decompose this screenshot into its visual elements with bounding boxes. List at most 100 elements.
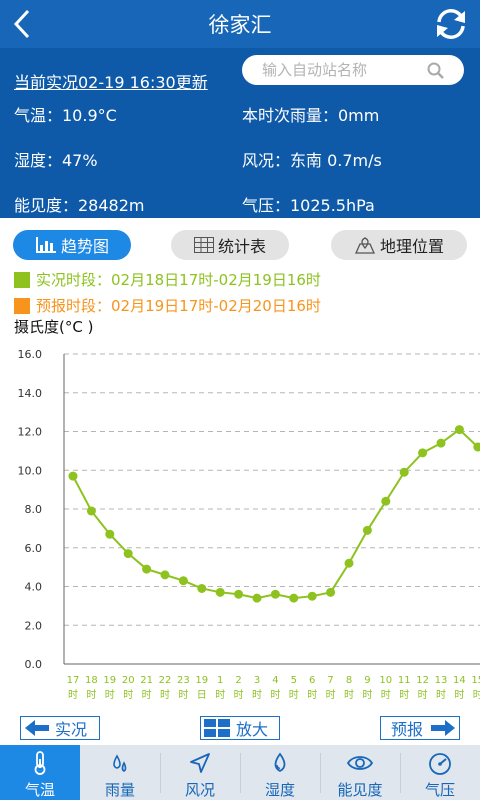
- data-point: [215, 587, 225, 597]
- x-tick-label: 时: [418, 689, 428, 701]
- search-icon[interactable]: [426, 61, 446, 81]
- y-tick-label: 6.0: [25, 542, 43, 555]
- next-label: 预报: [390, 720, 423, 739]
- prev-observed-button[interactable]: 实况: [20, 716, 100, 740]
- x-tick-label: 时: [68, 689, 78, 701]
- x-tick-label: 1: [217, 675, 223, 686]
- y-tick-label: 8.0: [25, 503, 43, 516]
- water-drop-icon: [274, 752, 286, 773]
- tab-separator: [320, 753, 321, 793]
- data-point: [362, 525, 372, 535]
- y-tick-label: 14.0: [18, 387, 43, 400]
- data-point: [307, 591, 317, 601]
- x-tick-label: 21: [140, 675, 153, 686]
- x-tick-label: 6: [309, 675, 315, 686]
- tab-trend[interactable]: 趋势图: [13, 230, 131, 260]
- bottom-tab-humidity[interactable]: 湿度: [240, 745, 320, 800]
- arrow-right-icon: [431, 720, 455, 736]
- x-tick-label: 时: [142, 689, 152, 701]
- data-point: [68, 471, 78, 481]
- x-tick-label: 3: [254, 675, 260, 686]
- observed-swatch: [14, 271, 30, 288]
- eye-icon: [346, 756, 374, 770]
- y-tick-label: 4.0: [25, 581, 43, 594]
- x-tick-label: 时: [399, 689, 409, 701]
- x-tick-label: 7: [327, 675, 333, 686]
- data-point: [252, 593, 262, 603]
- view-tabs: 趋势图 统计表 地理位置: [0, 218, 480, 266]
- x-tick-label: 时: [178, 689, 188, 701]
- zoom-button[interactable]: 放大: [200, 716, 280, 740]
- tab-separator: [400, 753, 401, 793]
- x-tick-label: 23: [177, 675, 190, 686]
- data-point: [234, 589, 244, 599]
- bottom-tab-rainfall[interactable]: 雨量: [80, 745, 160, 800]
- x-tick-label: 时: [252, 689, 262, 701]
- x-tick-label: 时: [123, 689, 133, 701]
- bottom-label-wind: 风况: [184, 781, 215, 799]
- x-tick-label: 时: [307, 689, 317, 701]
- legend-observed-label: 实况时段：02月18日17时-02月19日16时: [36, 271, 321, 289]
- series-line: [72, 428, 479, 600]
- tab-stats-label: 统计表: [217, 237, 266, 256]
- data-point: [436, 438, 446, 448]
- x-tick-label: 19: [103, 675, 116, 686]
- tab-location-label: 地理位置: [379, 237, 444, 256]
- x-tick-label: 时: [473, 689, 480, 701]
- y-tick-label: 0.0: [25, 658, 43, 671]
- y-tick-label: 12.0: [18, 426, 43, 439]
- y-tick-label: 10.0: [18, 464, 43, 477]
- x-tick-label: 9: [364, 675, 370, 686]
- x-tick-label: 22: [159, 675, 172, 686]
- rainfall-value: 本时次雨量：0mm: [242, 106, 380, 125]
- x-tick-label: 时: [454, 689, 464, 701]
- temperature-trend-chart: 0.02.04.06.08.010.012.014.016.017时18时19时…: [18, 348, 480, 701]
- x-tick-label: 时: [86, 689, 96, 701]
- x-tick-label: 20: [122, 675, 135, 686]
- tab-separator: [240, 753, 241, 793]
- station-search-box[interactable]: [242, 55, 464, 85]
- x-tick-label: 时: [234, 689, 244, 701]
- refresh-icon[interactable]: [432, 6, 470, 42]
- data-point: [381, 496, 391, 506]
- x-tick-label: 时: [344, 689, 354, 701]
- x-tick-label: 13: [435, 675, 448, 686]
- station-search-input[interactable]: [260, 55, 424, 85]
- data-point: [197, 583, 207, 593]
- bottom-label-pressure: 气压: [424, 781, 455, 799]
- observation-panel: 当前实况02-19 16:30更新 气温：10.9°C 本时次雨量：0mm 湿度…: [0, 48, 480, 218]
- data-point: [123, 549, 133, 559]
- wind-value: 风况：东南 0.7m/s: [242, 151, 382, 170]
- data-point: [326, 587, 336, 597]
- temperature-value: 气温：10.9°C: [14, 106, 117, 125]
- bottom-tab-wind[interactable]: 风况: [160, 745, 240, 800]
- humidity-value: 湿度：47%: [14, 151, 98, 170]
- data-point: [178, 576, 188, 586]
- tab-stats[interactable]: 统计表: [171, 230, 289, 260]
- x-tick-label: 4: [272, 675, 278, 686]
- station-title: 徐家汇: [208, 13, 272, 37]
- data-point: [86, 506, 96, 516]
- bottom-tab-temperature[interactable]: 气温: [0, 745, 80, 800]
- data-point: [289, 593, 299, 603]
- bottom-tab-visibility[interactable]: 能见度: [320, 745, 400, 800]
- table-icon: [193, 237, 214, 253]
- header-bar: 徐家汇: [0, 0, 480, 48]
- bottom-tab-pressure[interactable]: 气压: [400, 745, 480, 800]
- bottom-label-visibility: 能见度: [337, 781, 383, 799]
- data-point: [399, 467, 409, 477]
- y-axis-title: 摄氏度(°C ): [14, 318, 94, 336]
- grid-icon: [204, 719, 230, 737]
- update-time-link[interactable]: 当前实况02-19 16:30更新: [14, 69, 208, 93]
- navigation-arrow-icon: [190, 753, 210, 773]
- x-tick-label: 5: [291, 675, 297, 686]
- next-forecast-button[interactable]: 预报: [380, 716, 460, 740]
- data-point: [142, 564, 152, 574]
- x-tick-label: 17: [67, 675, 80, 686]
- tab-separator: [160, 753, 161, 793]
- x-tick-label: 时: [215, 689, 225, 701]
- data-point: [160, 570, 170, 580]
- x-tick-label: 8: [346, 675, 352, 686]
- y-tick-label: 16.0: [18, 348, 43, 361]
- tab-location[interactable]: 地理位置: [331, 230, 467, 260]
